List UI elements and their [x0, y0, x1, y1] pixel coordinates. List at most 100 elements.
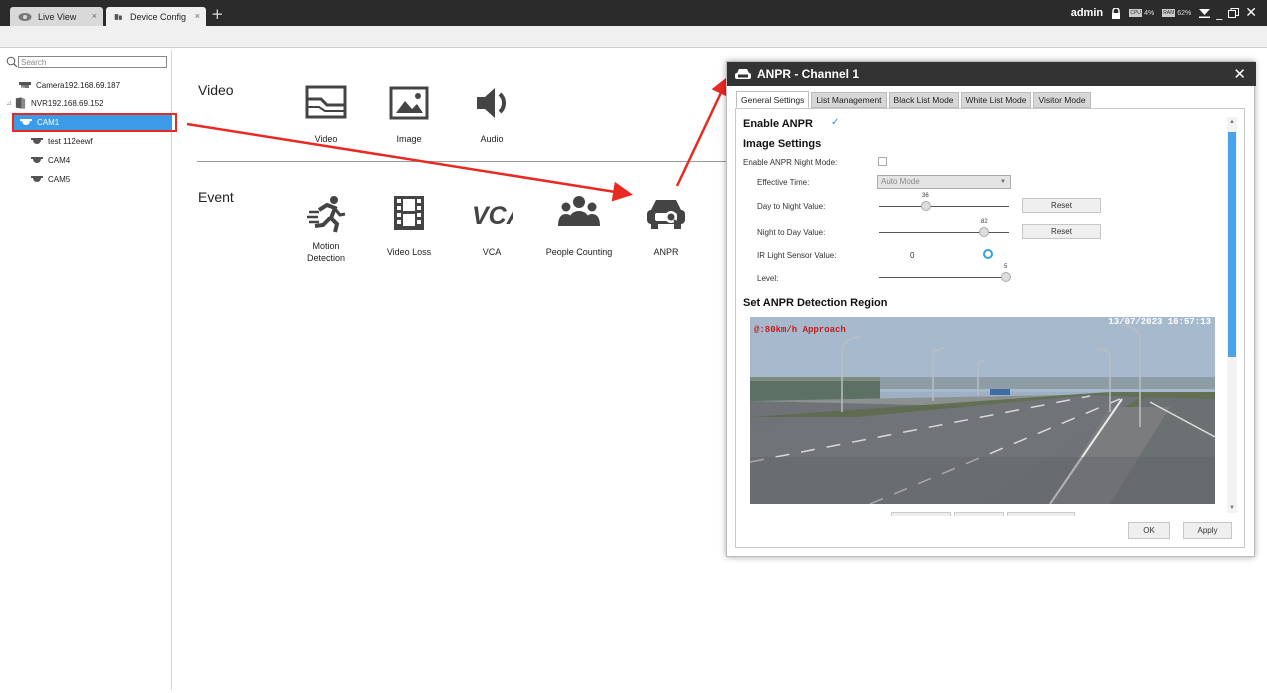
dropdown-caret-icon: ▼	[1000, 179, 1006, 185]
func-label: Video Loss	[386, 247, 432, 257]
svg-text:IP: IP	[21, 85, 25, 90]
level-label: Level:	[757, 274, 779, 283]
enable-anpr-checkbox[interactable]: ✓	[831, 117, 839, 128]
func-label: Image	[396, 134, 422, 144]
tab-close-icon[interactable]: ×	[92, 11, 97, 21]
arrow-anpr-to-dialog	[675, 75, 730, 187]
tab-general-settings[interactable]: General Settings	[736, 91, 810, 108]
close-icon[interactable]: ✕	[1245, 5, 1257, 21]
panel-scrollbar[interactable]: ▲ ▼	[1227, 117, 1237, 513]
ok-button[interactable]: OK	[1128, 522, 1170, 539]
tab-live-view[interactable]: Live View ×	[10, 7, 103, 26]
film-strip-icon	[394, 196, 424, 230]
reset-button-night[interactable]: Reset	[1022, 224, 1101, 239]
section-divider	[197, 161, 757, 162]
tree-item-cam4[interactable]: CAM4	[4, 151, 172, 169]
video-timestamp-overlay: 13/07/2023 16:57:13	[1108, 317, 1211, 327]
func-image[interactable]: Image	[364, 85, 454, 145]
image-settings-title: Image Settings	[743, 138, 822, 150]
add-tab-button[interactable]: +	[211, 5, 224, 23]
tree-item-label: CAM4	[48, 155, 71, 165]
toolbar	[0, 26, 1267, 48]
camera-video-preview[interactable]: @:80km/h Approach 13/07/2023 16:57:13	[750, 317, 1215, 504]
tab-white-list-mode[interactable]: White List Mode	[960, 92, 1032, 108]
tree-item-test[interactable]: test 112eewf	[4, 132, 172, 150]
filter-icon[interactable]	[1199, 8, 1211, 18]
ram-meter: RAM 62%	[1162, 9, 1191, 17]
apply-button[interactable]: Apply	[1183, 522, 1232, 539]
tree-item-nvr[interactable]: ⊿ NVR192.168.69.152	[4, 94, 172, 112]
day-to-night-slider[interactable]: 36	[879, 193, 1009, 211]
reset-button-day[interactable]: Reset	[1022, 198, 1101, 213]
func-label: People Counting	[545, 247, 613, 257]
effective-time-value: Auto Mode	[881, 177, 920, 186]
ram-value: 62%	[1177, 9, 1192, 17]
expander-icon[interactable]: ⊿	[6, 99, 14, 107]
dome-camera-icon	[31, 176, 43, 182]
scroll-up-icon[interactable]: ▲	[1229, 119, 1235, 125]
level-slider[interactable]: 5	[879, 264, 1011, 282]
func-label: Video	[314, 134, 338, 144]
tab-close-icon[interactable]: ×	[195, 11, 200, 21]
tree-item-cam5[interactable]: CAM5	[4, 170, 172, 188]
effective-time-label: Effective Time:	[757, 178, 810, 187]
func-vca[interactable]: VCA VCA	[447, 194, 537, 258]
username: admin	[1070, 7, 1104, 19]
anpr-car-icon	[647, 200, 685, 229]
func-video-loss[interactable]: Video Loss	[364, 194, 454, 258]
dome-camera-icon	[31, 138, 43, 144]
func-anpr[interactable]: ANPR	[621, 194, 711, 258]
restore-icon[interactable]	[1228, 8, 1240, 18]
tree-item-camera[interactable]: IP Camera192.168.69.187	[4, 76, 172, 94]
app-window: Live View × Device Config × + admin CPU …	[0, 0, 1267, 693]
eye-icon	[18, 12, 32, 21]
night-to-day-slider[interactable]: 82	[879, 219, 1009, 237]
tab-device-config[interactable]: Device Config ×	[106, 7, 206, 26]
slider-value: 5	[1004, 264, 1008, 270]
effective-time-select[interactable]: Auto Mode ▼	[877, 175, 1011, 189]
region-toolbar-button[interactable]	[1007, 512, 1075, 516]
image-icon	[389, 86, 429, 120]
section-event-title: Event	[198, 189, 234, 205]
tree-item-label: NVR192.168.69.152	[31, 98, 104, 108]
tab-black-list-mode[interactable]: Black List Mode	[888, 92, 959, 108]
close-icon[interactable]: ✕	[1233, 65, 1246, 83]
cpu-label: CPU	[1129, 9, 1143, 17]
dialog-titlebar: ANPR - Channel 1 ✕	[727, 62, 1256, 86]
device-tree: IP Camera192.168.69.187 ⊿ NVR192.168.69.…	[4, 50, 172, 690]
slider-thumb[interactable]	[1001, 272, 1011, 282]
minimize-icon[interactable]: _	[1216, 6, 1222, 20]
scroll-thumb[interactable]	[1228, 132, 1236, 357]
tab-visitor-mode[interactable]: Visitor Mode	[1033, 92, 1091, 108]
general-settings-panel: Enable ANPR ✓ Image Settings Enable ANPR…	[735, 108, 1245, 548]
slider-thumb[interactable]	[921, 201, 931, 211]
day-to-night-label: Day to Night Value:	[757, 202, 826, 211]
scroll-down-icon[interactable]: ▼	[1229, 505, 1235, 511]
detection-region-title: Set ANPR Detection Region	[743, 297, 888, 309]
func-motion-detection[interactable]: Motion Detection	[281, 194, 371, 264]
people-group-icon	[558, 196, 600, 226]
nvr-icon	[15, 97, 26, 109]
selection-highlight-box	[12, 113, 177, 132]
tab-list-management[interactable]: List Management	[811, 92, 887, 108]
lock-icon[interactable]	[1111, 7, 1121, 19]
slider-thumb[interactable]	[979, 227, 989, 237]
ir-sensor-value: 0	[910, 251, 915, 260]
func-label: Audio	[480, 134, 504, 144]
night-to-day-label: Night to Day Value:	[757, 228, 826, 237]
region-toolbar-button[interactable]	[891, 512, 951, 516]
search-input[interactable]	[18, 56, 167, 68]
vca-icon: VCA	[472, 202, 513, 230]
func-people-counting[interactable]: People Counting	[534, 194, 624, 258]
func-video[interactable]: Video	[281, 85, 371, 145]
enable-anpr-label: Enable ANPR	[743, 118, 813, 130]
func-label: Motion Detection	[306, 241, 346, 263]
tree-item-label: Camera192.168.69.187	[36, 80, 121, 90]
region-toolbar-button[interactable]	[954, 512, 1004, 516]
func-audio[interactable]: Audio	[447, 85, 537, 145]
tree-item-label: test 112eewf	[48, 136, 93, 146]
night-mode-checkbox[interactable]	[878, 157, 887, 166]
title-bar: Live View × Device Config × + admin CPU …	[0, 0, 1267, 26]
camera-icon: IP	[19, 82, 31, 90]
search-box	[6, 56, 168, 69]
